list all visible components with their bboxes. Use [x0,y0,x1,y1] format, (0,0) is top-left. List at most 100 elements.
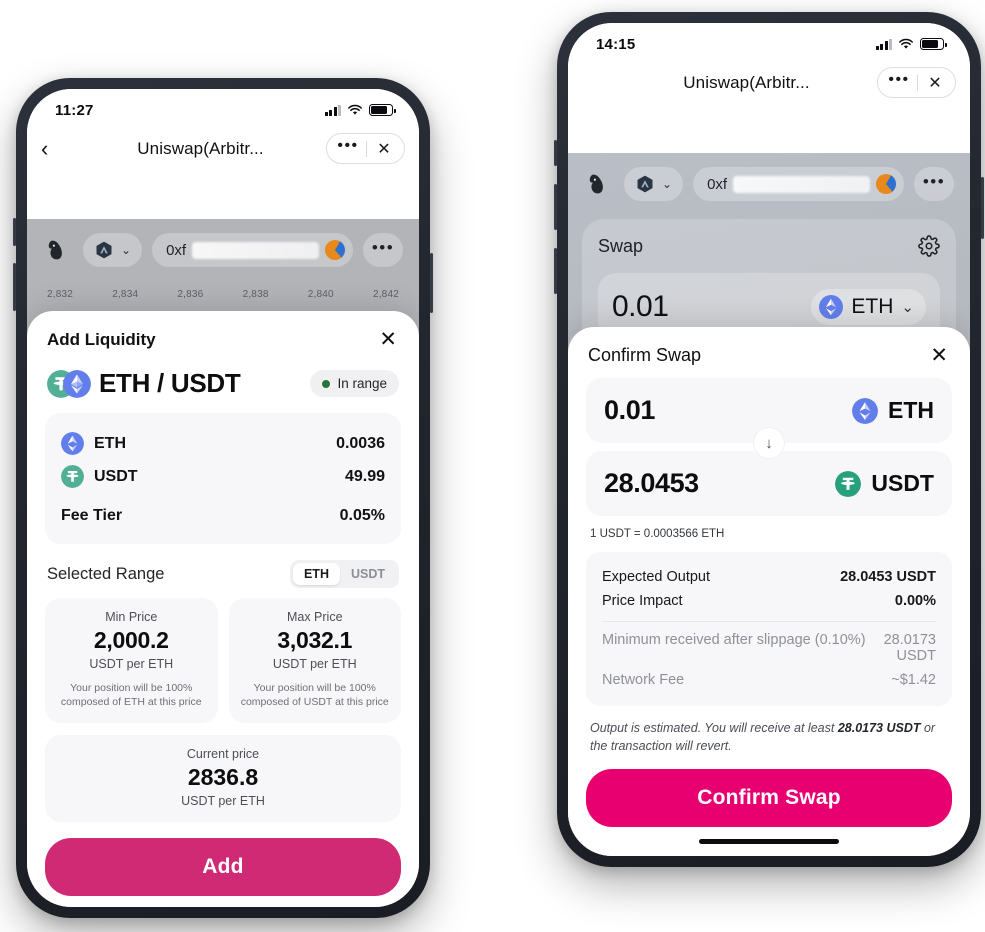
swap-to-token: USDT [835,470,934,497]
wallet-avatar-icon [876,174,896,194]
screenshot-stage: 11:27 ‹ Uniswap(Arbitr... ••• ✕ ⌄ 0xf ••… [0,0,985,932]
more-options-icon[interactable]: ••• [881,72,917,90]
max-price-unit: USDT per ETH [272,657,357,671]
more-options-icon[interactable]: ••• [330,138,366,156]
eth-icon [61,432,84,455]
add-liquidity-sheet: Add Liquidity ✕ ETH / USDT In range ETH … [27,311,419,907]
token-amount: 49.99 [344,467,385,485]
volume-down-button[interactable] [554,184,557,230]
range-grid: Min Price 2,000.2 USDT per ETH Your posi… [45,598,401,724]
uniswap-unicorn-logo [589,174,603,194]
status-icons [324,104,396,116]
close-icon[interactable]: ✕ [367,139,401,159]
phone-left: 11:27 ‹ Uniswap(Arbitr... ••• ✕ ⌄ 0xf ••… [13,78,433,918]
wifi-icon [899,38,913,49]
confirm-swap-button[interactable]: Confirm Swap [586,769,952,828]
token-symbol: ETH [94,434,126,452]
status-badge-label: In range [337,376,387,391]
detail-label: Price Impact [602,593,683,609]
battery-icon [920,38,947,50]
swap-disclaimer: Output is estimated. You will receive at… [586,706,952,755]
min-price-label: Min Price [105,610,158,624]
page-title-left: Uniswap(Arbitr... [137,138,264,158]
divider [602,621,936,622]
detail-value: 28.0453 USDT [840,569,936,585]
position-tokens-card: ETH 0.0036 USDT 49.99 Fee Tier 0.05% [45,413,401,544]
price-denomination-toggle[interactable]: ETH USDT [289,560,399,588]
power-button[interactable] [430,253,433,313]
dapp-more-button[interactable]: ••• [914,167,954,201]
wallet-address-pill[interactable]: 0xf [152,233,353,267]
max-price-note: Your position will be 100% composed of U… [240,682,389,709]
cellular-signal-icon [875,38,892,50]
token-row: ETH 0.0036 [61,427,385,460]
status-bar-right: 14:15 [568,23,970,63]
chain-selector[interactable]: ⌄ [83,233,143,267]
token-label: USDT [61,465,138,488]
dapp-more-button[interactable]: ••• [363,233,403,267]
status-badge: In range [310,370,399,397]
axis-tick: 2,838 [242,289,269,300]
min-price-note: Your position will be 100% composed of E… [60,682,202,709]
chain-selector[interactable]: ⌄ [624,167,684,201]
detail-row: Minimum received after slippage (0.10%) … [602,628,936,668]
max-price-label: Max Price [286,610,343,624]
page-title-right: Uniswap(Arbitr... [683,72,810,92]
confirm-swap-sheet: Confirm Swap ✕ 0.01 ETH ↓ 28.0453 USDT 1… [568,327,970,856]
add-button[interactable]: Add [45,838,401,897]
detail-row: Network Fee ~$1.42 [602,668,936,692]
current-price-card: Current price 2836.8 USDT per ETH [45,735,401,823]
dapp-header-right: ⌄ 0xf ••• [568,153,970,213]
status-time: 11:27 [55,101,94,119]
detail-label: Network Fee [602,672,685,688]
arbitrum-icon [96,241,112,259]
chevron-down-icon: ⌄ [662,177,673,191]
fee-tier-value: 0.05% [339,507,385,524]
mute-switch[interactable] [554,248,557,294]
current-price-unit: USDT per ETH [181,794,265,809]
min-price-unit: USDT per ETH [89,657,174,671]
swap-to-amount: 28.0453 [604,468,699,498]
swap-details-card: Expected Output 28.0453 USDT Price Impac… [586,552,952,706]
wallet-avatar-icon [325,240,345,260]
detail-row: Price Impact 0.00% [602,589,936,613]
arrow-down-icon: ↓ [754,428,784,458]
disclaimer-pre: Output is estimated. You will receive at… [590,721,838,735]
sheet-title: Confirm Swap [588,345,702,365]
detail-label: Minimum received after slippage (0.10%) [602,632,866,648]
eth-icon [819,295,844,319]
toggle-option-eth[interactable]: ETH [292,563,340,585]
close-icon[interactable]: ✕ [918,73,952,93]
wallet-address-pill[interactable]: 0xf [693,167,904,201]
current-price-value: 2836.8 [187,764,259,791]
swap-from-amount: 0.01 [604,395,655,425]
volume-down-button[interactable] [13,263,16,311]
eth-icon [63,369,91,398]
close-icon[interactable]: ✕ [928,345,950,366]
nav-actions-right: ••• ✕ [877,67,956,98]
phone-right-screen: 14:15 Uniswap(Arbitr... ••• ✕ ⌄ 0xf ••• … [568,23,970,856]
dapp-header-left: ⌄ 0xf ••• [27,219,419,279]
home-indicator [699,839,839,844]
swap-input-amount[interactable]: 0.01 [612,290,669,324]
back-button[interactable]: ‹ [41,137,75,160]
selected-range-title: Selected Range [47,564,165,583]
power-button[interactable] [981,177,984,239]
max-price-value: 3,032.1 [277,627,353,653]
battery-icon [369,104,396,116]
detail-value: ~$1.42 [891,672,936,688]
axis-tick: 2,842 [372,289,399,300]
axis-tick: 2,834 [112,289,139,300]
toggle-option-usdt[interactable]: USDT [340,563,396,585]
swap-input-token-selector[interactable]: ETH ⌄ [811,289,926,325]
close-icon[interactable]: ✕ [377,329,399,350]
volume-up-button[interactable] [554,140,557,166]
status-time: 14:15 [596,35,636,53]
pair-icons [47,369,91,398]
disclaimer-amount: 28.0173 USDT [837,721,921,735]
pair-row: ETH / USDT In range [45,362,401,413]
gear-icon[interactable] [918,235,940,257]
chevron-down-icon: ⌄ [901,299,914,316]
token-row: USDT 49.99 [61,460,385,493]
volume-up-button[interactable] [13,218,16,246]
